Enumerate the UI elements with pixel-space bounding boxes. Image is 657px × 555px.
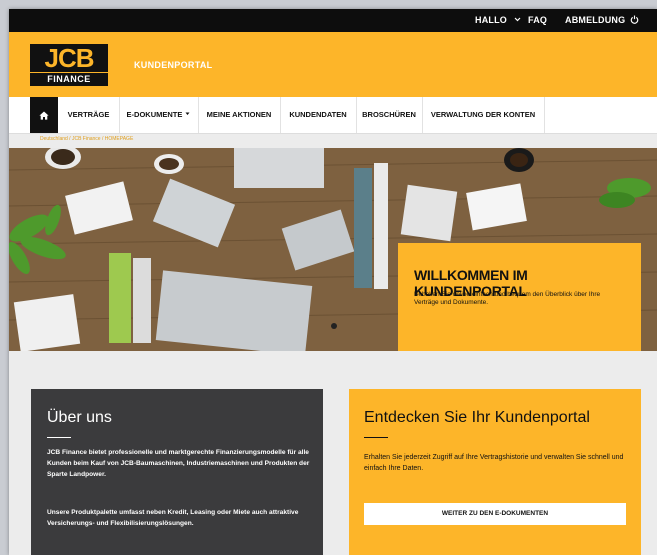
main-nav: VERTRÄGE E-DOKUMENTE MEINE AKTIONEN KUND… (9, 97, 657, 134)
nav-item-e-dokumente[interactable]: E-DOKUMENTE (119, 97, 199, 133)
hallo-label: HALLO (475, 15, 507, 25)
chevron-down-icon (185, 112, 190, 115)
jcb-finance-logo[interactable]: JCB FINANCE (30, 44, 108, 86)
discover-description: Erhalten Sie jederzeit Zugriff auf Ihre … (364, 454, 624, 472)
title-divider (364, 437, 388, 438)
discover-title: Entdecken Sie Ihr Kundenportal (364, 409, 590, 426)
logo-subtitle: FINANCE (30, 73, 108, 86)
logout-link[interactable]: ABMELDUNG (565, 15, 639, 25)
breadcrumb[interactable]: Deutschland / JCB Finance / HOMEPAGE (40, 136, 133, 142)
site-header: JCB FINANCE KUNDENPORTAL (9, 32, 657, 97)
home-icon (39, 111, 49, 120)
logout-label: ABMELDUNG (565, 15, 626, 25)
about-us-paragraph-1: JCB Finance bietet professionelle und ma… (47, 449, 310, 478)
welcome-banner: WILLKOMMEN IM KUNDENPORTAL Behalten Sie … (398, 243, 641, 351)
title-divider (47, 437, 71, 438)
top-bar: HALLO FAQ ABMELDUNG (9, 9, 657, 32)
about-us-paragraph-2: Unsere Produktpalette umfasst neben Kred… (47, 509, 299, 527)
discover-portal-card: Entdecken Sie Ihr Kundenportal Erhalten … (349, 389, 641, 555)
nav-item-e-dokumente-label: E-DOKUMENTE (126, 110, 183, 119)
logo-wordmark: JCB (30, 44, 108, 72)
faq-link[interactable]: FAQ (528, 15, 547, 25)
portal-title: KUNDENPORTAL (134, 60, 213, 70)
about-us-card: Über uns JCB Finance bietet professionel… (31, 389, 323, 555)
welcome-description: Behalten Sie online einfach und bequem d… (414, 291, 601, 306)
nav-item-vertraege[interactable]: VERTRÄGE (58, 97, 120, 133)
browser-frame: HALLO FAQ ABMELDUNG JCB FINANCE KUNDENPO… (9, 9, 657, 555)
nav-item-meine-aktionen[interactable]: MEINE AKTIONEN (198, 97, 281, 133)
chevron-down-icon (514, 17, 521, 22)
user-menu[interactable]: HALLO (475, 15, 521, 25)
nav-item-broschueren[interactable]: BROSCHÜREN (356, 97, 423, 133)
about-us-title: Über uns (47, 409, 112, 426)
nav-item-kundendaten[interactable]: KUNDENDATEN (280, 97, 357, 133)
home-button[interactable] (30, 97, 58, 133)
power-icon (630, 15, 639, 24)
e-documents-button[interactable]: WEITER ZU DEN E-DOKUMENTEN (364, 503, 626, 525)
nav-item-verwaltung-der-konten[interactable]: VERWALTUNG DER KONTEN (422, 97, 545, 133)
